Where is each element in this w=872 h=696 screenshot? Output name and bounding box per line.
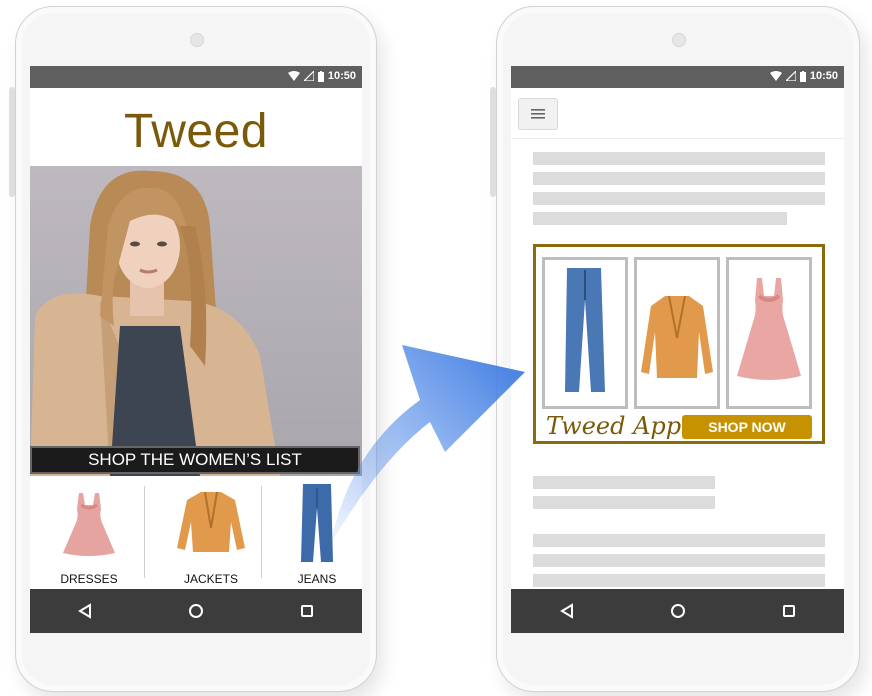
content-placeholder [533,574,825,587]
home-icon [670,604,685,618]
status-time: 10:50 [809,70,838,82]
dress-icon [737,278,801,380]
wifi-icon [287,71,300,81]
jeans-icon [565,268,605,392]
brand-title: Tweed [124,105,268,158]
hero-image[interactable] [30,166,362,476]
content-placeholder [533,496,715,509]
recents-icon [782,605,795,617]
status-bar: 10:50 [511,66,844,88]
home-icon [188,604,203,618]
right-phone: 10:50 Tweed Apparel SHOP NOW [490,6,860,692]
home-button[interactable] [663,596,693,626]
category-jeans[interactable]: JEANS [272,484,362,586]
camera-icon [190,33,204,47]
camera-icon [672,33,686,47]
content-placeholder [533,554,825,567]
category-jackets[interactable]: JACKETS [162,486,260,586]
left-phone: 10:50 Tweed SHOP THE WOMEN’S LIST DRESSE… [9,6,377,692]
divider [261,486,262,578]
category-dresses[interactable]: DRESSES [40,486,138,586]
shop-now-button[interactable]: SHOP NOW [682,415,812,439]
ad-product-dress[interactable] [726,257,812,409]
content-placeholder [533,212,787,225]
status-time: 10:50 [327,70,356,82]
jacket-icon [177,491,245,552]
divider [511,138,844,139]
ad-product-jeans[interactable] [542,257,628,409]
menu-button[interactable] [518,98,558,130]
jacket-icon [641,295,713,378]
home-button[interactable] [181,596,211,626]
content-placeholder [533,192,825,205]
right-screen: 10:50 Tweed Apparel SHOP NOW [511,66,844,633]
power-button [9,87,15,197]
dress-icon [63,493,115,556]
back-icon [78,603,92,619]
status-bar: 10:50 [30,66,362,88]
category-label: JEANS [297,572,337,586]
battery-icon [317,70,324,82]
content-placeholder [533,534,825,547]
jeans-icon [301,484,333,562]
battery-icon [799,70,806,82]
content-placeholder [533,172,825,185]
signal-icon [785,71,796,81]
recents-button[interactable] [774,596,804,626]
model-photo [30,166,362,476]
tweed-ad-unit[interactable]: Tweed Apparel SHOP NOW [533,244,825,444]
back-button[interactable] [552,596,582,626]
hamburger-menu-icon [531,109,545,119]
shop-womens-list-banner[interactable]: SHOP THE WOMEN’S LIST [30,446,360,474]
back-icon [559,603,573,619]
ad-product-jacket[interactable] [634,257,720,409]
recents-icon [300,605,313,617]
power-button [490,87,496,197]
signal-icon [303,71,314,81]
recents-button[interactable] [292,596,322,626]
left-screen: 10:50 Tweed SHOP THE WOMEN’S LIST DRESSE… [30,66,362,633]
nav-bar [30,589,362,633]
wifi-icon [769,71,782,81]
divider [144,486,145,578]
back-button[interactable] [70,596,100,626]
content-placeholder [533,476,715,489]
nav-bar [511,589,844,633]
category-label: JACKETS [183,572,238,586]
category-label: DRESSES [60,572,118,586]
content-placeholder [533,152,825,165]
